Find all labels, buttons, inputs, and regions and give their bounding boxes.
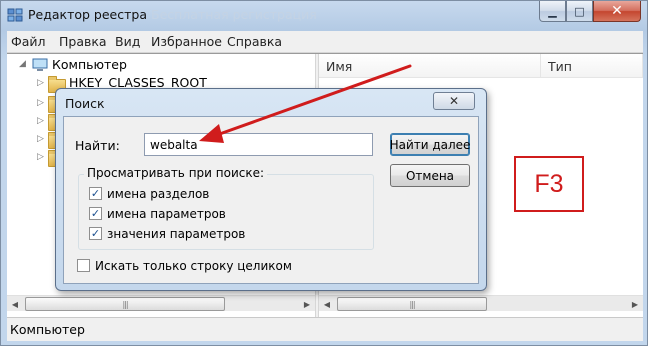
expand-arrow-icon[interactable]: ▷ [37,98,44,108]
dialog-close-button[interactable]: ✕ [433,92,475,110]
scroll-left-icon[interactable]: ◀ [7,296,23,312]
option-label: имена разделов [107,187,210,201]
find-what-label: Найти: [75,138,120,153]
background-window-title: Бесплатная регистрация [151,7,317,22]
menu-favorites[interactable]: Избранное [151,34,222,49]
tree-horizontal-scrollbar[interactable]: ◀ ||| ▶ [7,295,315,311]
window-title: Редактор реестра [28,7,147,22]
grip-icon: ||| [122,299,128,309]
tree-item-label: Компьютер [52,57,127,72]
scroll-right-icon[interactable]: ▶ [299,296,315,312]
close-icon: ✕ [448,94,460,108]
dialog-body: Найти: Найти далее Отмена Просматривать … [63,116,479,284]
menu-file[interactable]: Файл [11,34,46,49]
collapse-arrow-icon[interactable]: ◢ [19,59,26,69]
option-label: Искать только строку целиком [95,259,292,273]
look-at-label: Просматривать при поиске: [84,166,268,180]
expand-arrow-icon[interactable]: ▷ [37,116,44,126]
dialog-title: Поиск [65,96,105,111]
option-label: имена параметров [107,207,226,221]
checkbox-checked-icon[interactable]: ✓ [89,207,102,220]
menu-bar: Файл Правка Вид Избранное Справка [7,31,643,53]
find-dialog: Поиск ✕ Найти: Найти далее Отмена Просма… [55,88,487,291]
expand-arrow-icon[interactable]: ▷ [37,78,44,88]
minimize-icon: ▁ [548,4,557,18]
close-button[interactable]: ✕ [593,1,641,22]
registry-editor-icon [7,8,23,22]
column-header-name[interactable]: Имя [319,54,541,78]
checkbox-unchecked-icon[interactable] [77,259,90,272]
status-bar-text: Компьютер [10,322,85,337]
scroll-thumb[interactable]: ||| [337,297,487,311]
option-label: значения параметров [107,227,246,241]
expand-arrow-icon[interactable]: ▷ [37,152,44,162]
menu-help[interactable]: Справка [227,34,282,49]
status-bar: Компьютер [7,317,643,341]
find-what-input[interactable] [144,133,373,156]
maximize-icon: □ [574,4,585,18]
column-header-type[interactable]: Тип [541,54,643,78]
expand-arrow-icon[interactable]: ▷ [37,134,44,144]
checkbox-checked-icon[interactable]: ✓ [89,227,102,240]
scroll-left-icon[interactable]: ◀ [319,296,335,312]
menu-edit[interactable]: Правка [59,34,107,49]
close-icon: ✕ [611,3,623,19]
find-next-button[interactable]: Найти далее [390,133,470,156]
f3-hotkey-annotation: F3 [514,156,584,212]
f3-label: F3 [534,169,564,198]
list-horizontal-scrollbar[interactable]: ◀ ||| ▶ [319,295,643,311]
grip-icon: ||| [409,299,415,309]
cancel-button[interactable]: Отмена [390,164,470,187]
minimize-button[interactable]: ▁ [539,1,566,22]
scroll-right-icon[interactable]: ▶ [627,296,643,312]
checkbox-checked-icon[interactable]: ✓ [89,187,102,200]
computer-icon [32,58,48,71]
scroll-thumb[interactable]: ||| [25,297,225,311]
menu-view[interactable]: Вид [115,34,140,49]
maximize-button[interactable]: □ [566,1,593,22]
